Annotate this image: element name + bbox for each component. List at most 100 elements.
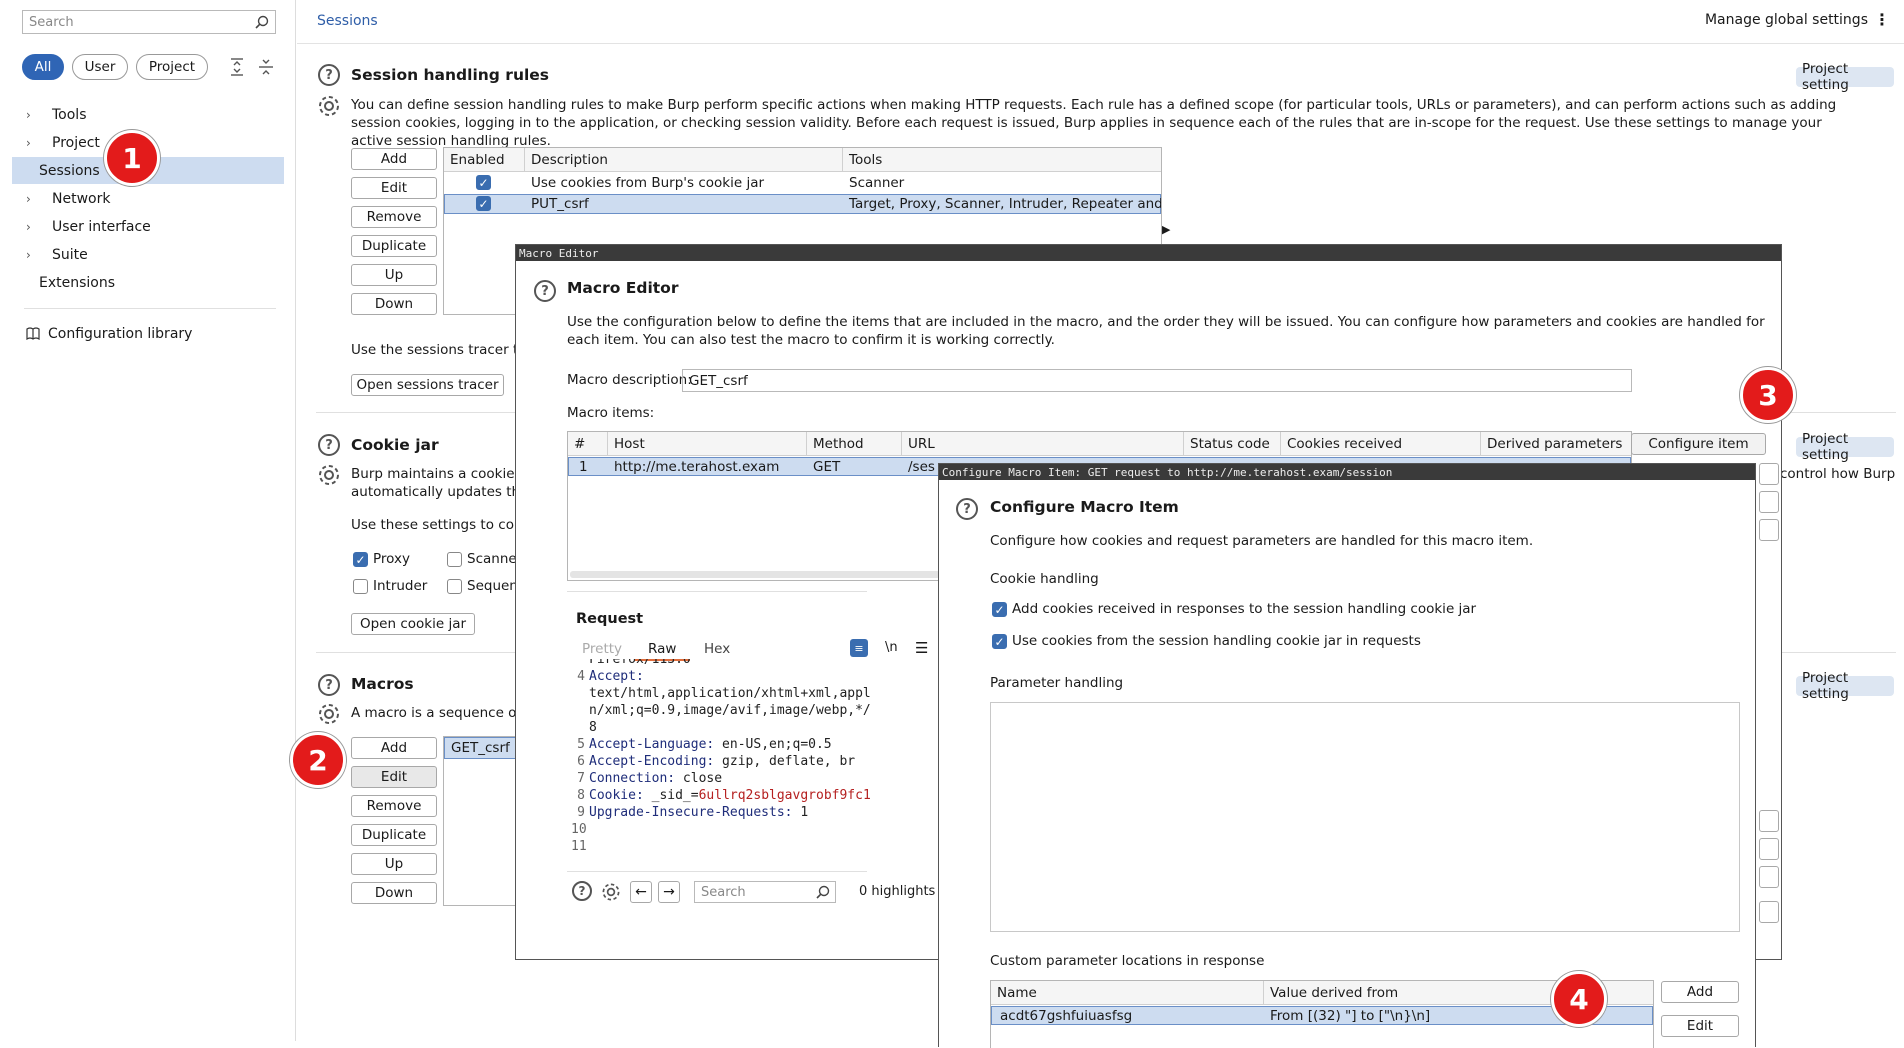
side-button[interactable] bbox=[1759, 463, 1779, 485]
filter-project[interactable]: Project bbox=[136, 54, 208, 80]
macro-description-label: Macro description: bbox=[567, 372, 692, 388]
column-header-status-code[interactable]: Status code bbox=[1184, 432, 1281, 456]
column-header-url[interactable]: URL bbox=[902, 432, 1184, 456]
manage-global-settings-button[interactable]: Manage global settings bbox=[1705, 12, 1868, 28]
more-options-icon[interactable]: ⋮ bbox=[1874, 10, 1890, 29]
macros-description: A macro is a sequence of on bbox=[351, 705, 543, 721]
line-number: 5 bbox=[577, 737, 585, 752]
use-cookies-checkbox[interactable]: ✓ bbox=[992, 634, 1007, 649]
sidebar-item-tools[interactable]: › Tools bbox=[12, 101, 284, 128]
filter-user[interactable]: User bbox=[72, 54, 128, 80]
macros-duplicate-button[interactable]: Duplicate bbox=[351, 824, 437, 846]
cookie-jar-settings-text: Use these settings to contro bbox=[351, 517, 542, 533]
help-icon[interactable]: ? bbox=[318, 674, 340, 696]
header-name: Accept-Encoding: bbox=[589, 754, 715, 769]
configure-item-button[interactable]: Configure item bbox=[1631, 433, 1766, 455]
open-cookie-jar-button[interactable]: Open cookie jar bbox=[351, 613, 475, 635]
sidebar-item-user-interface[interactable]: › User interface bbox=[12, 213, 284, 240]
rule-description: PUT_csrf bbox=[531, 196, 589, 212]
macros-up-button[interactable]: Up bbox=[351, 853, 437, 875]
filter-all[interactable]: All bbox=[22, 54, 64, 80]
configure-item-description: Configure how cookies and request parame… bbox=[990, 533, 1534, 549]
next-arrow-icon[interactable]: → bbox=[658, 881, 680, 903]
sidebar-item-network[interactable]: › Network bbox=[12, 185, 284, 212]
rule-enabled-checkbox[interactable]: ✓ bbox=[476, 175, 491, 190]
cookie-jar-description-2: automatically updates the c bbox=[351, 484, 541, 500]
expand-arrow-icon[interactable]: ▶ bbox=[1162, 223, 1170, 236]
side-button[interactable] bbox=[1759, 901, 1779, 923]
rules-duplicate-button[interactable]: Duplicate bbox=[351, 235, 437, 257]
request-line: 5 Accept-Language: en-US,en;q=0.5 bbox=[571, 736, 871, 753]
intruder-checkbox[interactable] bbox=[353, 579, 368, 594]
macro-items-label: Macro items: bbox=[567, 405, 655, 421]
custom-param-add-button[interactable]: Add bbox=[1661, 981, 1739, 1003]
chevron-right-icon: › bbox=[26, 191, 31, 206]
request-editor[interactable]: Firefox/113.0 4 Accept: text/html,applicati… bbox=[571, 659, 871, 869]
column-header-enabled[interactable]: Enabled bbox=[444, 148, 525, 172]
sidebar-item-suite[interactable]: › Suite bbox=[12, 241, 284, 268]
side-button[interactable] bbox=[1759, 866, 1779, 888]
add-cookies-checkbox[interactable]: ✓ bbox=[992, 602, 1007, 617]
settings-search-input[interactable]: Search bbox=[22, 10, 276, 34]
macros-edit-button[interactable]: Edit bbox=[351, 766, 437, 788]
configuration-library-link[interactable]: Configuration library bbox=[12, 320, 284, 347]
help-icon[interactable]: ? bbox=[572, 881, 592, 901]
column-header-cookies-received[interactable]: Cookies received bbox=[1281, 432, 1481, 456]
help-icon[interactable]: ? bbox=[318, 64, 340, 86]
word-wrap-toggle-icon[interactable]: ≡ bbox=[850, 639, 868, 657]
gear-icon[interactable] bbox=[316, 701, 342, 727]
open-sessions-tracer-button[interactable]: Open sessions tracer bbox=[351, 374, 504, 396]
side-button[interactable] bbox=[1759, 519, 1779, 541]
gear-icon[interactable] bbox=[316, 93, 342, 119]
tab-hex[interactable]: Hex bbox=[704, 641, 730, 657]
sequencer-checkbox[interactable] bbox=[447, 579, 462, 594]
gear-icon[interactable] bbox=[316, 462, 342, 488]
parameter-handling-list[interactable] bbox=[990, 702, 1740, 932]
rules-up-button[interactable]: Up bbox=[351, 264, 437, 286]
breadcrumb[interactable]: Sessions bbox=[317, 13, 378, 29]
configure-item-titlebar[interactable]: Configure Macro Item: GET request to htt… bbox=[939, 464, 1755, 480]
rules-remove-button[interactable]: Remove bbox=[351, 206, 437, 228]
proxy-checkbox[interactable]: ✓ bbox=[353, 552, 368, 567]
custom-param-edit-button[interactable]: Edit bbox=[1661, 1015, 1739, 1037]
side-button[interactable] bbox=[1759, 491, 1779, 513]
column-header-name[interactable]: Name bbox=[991, 981, 1264, 1005]
tab-raw[interactable]: Raw bbox=[634, 641, 691, 661]
rules-down-button[interactable]: Down bbox=[351, 293, 437, 315]
macros-remove-button[interactable]: Remove bbox=[351, 795, 437, 817]
column-header-description[interactable]: Description bbox=[525, 148, 843, 172]
search-placeholder: Search bbox=[29, 14, 74, 30]
sidebar-item-extensions[interactable]: Extensions bbox=[12, 269, 284, 296]
macros-add-button[interactable]: Add bbox=[351, 737, 437, 759]
table-row[interactable]: ✓ PUT_csrf Target, Proxy, Scanner, Intru… bbox=[444, 194, 1161, 214]
rules-edit-button[interactable]: Edit bbox=[351, 177, 437, 199]
help-icon[interactable]: ? bbox=[534, 280, 556, 302]
scanner-checkbox[interactable] bbox=[447, 552, 462, 567]
macros-down-button[interactable]: Down bbox=[351, 882, 437, 904]
macro-editor-titlebar[interactable]: Macro Editor bbox=[516, 245, 1781, 261]
macro-description-input[interactable]: GET_csrf bbox=[682, 369, 1632, 392]
tab-pretty[interactable]: Pretty bbox=[582, 641, 622, 657]
gear-icon[interactable] bbox=[600, 881, 622, 903]
newline-toggle[interactable]: \n bbox=[885, 640, 898, 655]
rules-add-button[interactable]: Add bbox=[351, 148, 437, 170]
collapse-all-icon[interactable] bbox=[258, 58, 274, 76]
request-search-input[interactable]: Search bbox=[694, 881, 836, 903]
request-line: Firefox/113.0 bbox=[571, 659, 871, 668]
column-header-host[interactable]: Host bbox=[608, 432, 807, 456]
column-header-tools[interactable]: Tools bbox=[843, 148, 1161, 172]
rule-enabled-checkbox[interactable]: ✓ bbox=[476, 196, 491, 211]
expand-all-icon[interactable] bbox=[229, 58, 245, 76]
help-icon[interactable]: ? bbox=[956, 498, 978, 520]
table-row[interactable]: ✓ Use cookies from Burp's cookie jar Sca… bbox=[444, 173, 1161, 193]
horizontal-scrollbar[interactable] bbox=[570, 571, 940, 578]
column-header-number[interactable]: # bbox=[568, 432, 608, 456]
menu-icon[interactable]: ☰ bbox=[915, 639, 928, 657]
column-header-derived-parameters[interactable]: Derived parameters bbox=[1481, 432, 1631, 456]
side-button[interactable] bbox=[1759, 838, 1779, 860]
help-icon[interactable]: ? bbox=[318, 434, 340, 456]
column-header-method[interactable]: Method bbox=[807, 432, 902, 456]
side-button[interactable] bbox=[1759, 810, 1779, 832]
book-icon bbox=[26, 327, 40, 340]
previous-arrow-icon[interactable]: ← bbox=[630, 881, 652, 903]
